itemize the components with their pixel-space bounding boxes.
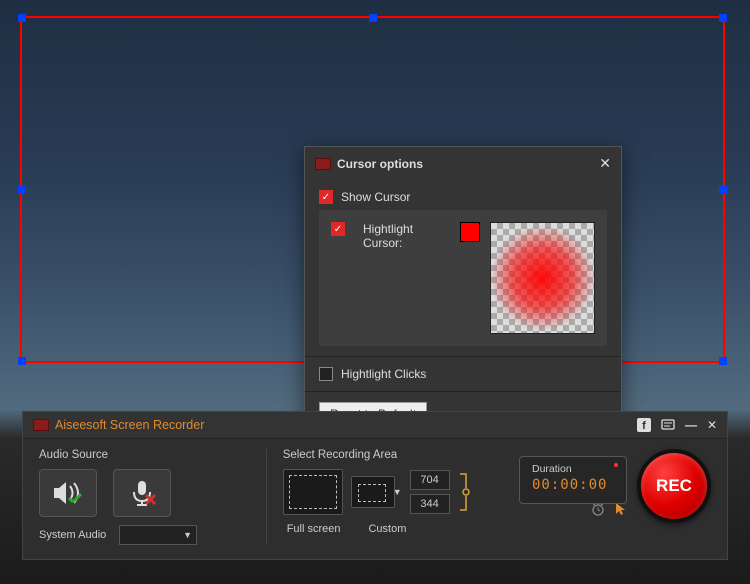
record-indicator-icon bbox=[614, 463, 618, 467]
microphone-icon bbox=[127, 478, 157, 508]
custom-area-button[interactable] bbox=[351, 476, 395, 508]
custom-text: Custom bbox=[368, 523, 406, 535]
divider bbox=[305, 356, 621, 357]
app-titlebar[interactable]: Aiseesoft Screen Recorder f — ✕ bbox=[23, 412, 727, 439]
cursor-highlight-preview bbox=[490, 222, 595, 334]
divider bbox=[305, 391, 621, 392]
record-button[interactable]: REC bbox=[637, 449, 711, 523]
full-screen-button[interactable] bbox=[283, 469, 343, 515]
duration-box: Duration 00:00:00 bbox=[519, 456, 627, 504]
resize-handle-top-right[interactable] bbox=[719, 14, 727, 22]
width-input[interactable]: 704 bbox=[410, 470, 450, 490]
resize-handle-bot-right[interactable] bbox=[719, 357, 727, 365]
resize-handle-bot-left[interactable] bbox=[18, 357, 26, 365]
show-cursor-checkbox[interactable] bbox=[319, 190, 333, 204]
highlight-cursor-checkbox[interactable] bbox=[331, 222, 345, 236]
highlight-cursor-panel: Hightlight Cursor: bbox=[319, 210, 607, 346]
resize-handle-mid-left[interactable] bbox=[18, 186, 26, 194]
cursor-options-dialog: Cursor options ✕ Show Cursor Hightlight … bbox=[304, 146, 622, 441]
highlight-cursor-label: Hightlight Cursor: bbox=[363, 222, 450, 250]
duration-label: Duration bbox=[532, 463, 614, 475]
cursor-icon[interactable] bbox=[615, 502, 627, 516]
app-logo-icon bbox=[315, 158, 331, 170]
duration-value: 00:00:00 bbox=[532, 477, 614, 493]
recording-area-label: Select Recording Area bbox=[283, 449, 503, 461]
microphone-button[interactable] bbox=[113, 469, 171, 517]
separator bbox=[266, 449, 267, 545]
microphone-dropdown[interactable]: ▼ bbox=[119, 525, 197, 545]
resize-handle-top-mid[interactable] bbox=[369, 14, 377, 22]
dialog-title: Cursor options bbox=[337, 157, 599, 171]
close-icon[interactable]: ✕ bbox=[599, 155, 611, 172]
svg-text:f: f bbox=[642, 420, 646, 432]
main-app-window: Aiseesoft Screen Recorder f — ✕ Audio So… bbox=[22, 411, 728, 560]
highlight-color-picker[interactable] bbox=[460, 222, 480, 242]
facebook-icon[interactable]: f bbox=[637, 418, 651, 432]
chevron-down-icon: ▼ bbox=[183, 530, 192, 540]
record-button-label: REC bbox=[656, 476, 692, 496]
height-input[interactable]: 344 bbox=[410, 494, 450, 514]
show-cursor-label: Show Cursor bbox=[341, 190, 410, 204]
app-title: Aiseesoft Screen Recorder bbox=[55, 418, 637, 432]
audio-source-label: Audio Source bbox=[39, 449, 250, 461]
clock-icon[interactable] bbox=[591, 502, 605, 516]
minimize-icon[interactable]: — bbox=[685, 418, 697, 432]
highlight-clicks-checkbox[interactable] bbox=[319, 367, 333, 381]
system-audio-text: System Audio bbox=[39, 529, 113, 541]
resize-handle-mid-right[interactable] bbox=[719, 186, 727, 194]
system-audio-button[interactable] bbox=[39, 469, 97, 517]
close-icon[interactable]: ✕ bbox=[707, 418, 717, 432]
app-logo-icon bbox=[33, 419, 49, 431]
highlight-clicks-label: Hightlight Clicks bbox=[341, 367, 426, 381]
dialog-titlebar[interactable]: Cursor options ✕ bbox=[305, 147, 621, 180]
full-screen-text: Full screen bbox=[287, 523, 341, 535]
resize-handle-top-left[interactable] bbox=[18, 14, 26, 22]
speaker-icon bbox=[51, 478, 85, 508]
lock-aspect-icon[interactable] bbox=[458, 470, 470, 514]
feedback-icon[interactable] bbox=[661, 418, 675, 432]
